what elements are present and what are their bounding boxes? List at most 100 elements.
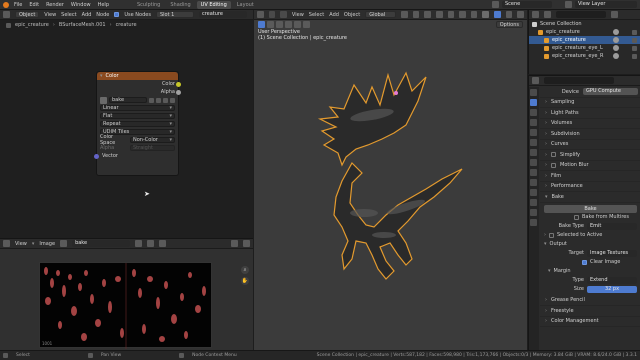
- display-channels-icon[interactable]: [243, 240, 250, 247]
- node-editor[interactable]: Object View Select Add Node Use Nodes Sl…: [0, 10, 253, 238]
- shield-icon[interactable]: [135, 240, 143, 247]
- view-layer-selector[interactable]: View Layer: [575, 1, 637, 8]
- interpolation-row[interactable]: Linear ▾: [97, 104, 178, 112]
- clear-image-checkbox[interactable]: [582, 259, 587, 265]
- object-icon[interactable]: [530, 149, 537, 156]
- collapse-icon[interactable]: ▾: [100, 73, 103, 79]
- camera-icon[interactable]: [632, 53, 637, 59]
- extension-dropdown[interactable]: Repeat ▾: [100, 121, 175, 127]
- render-icon[interactable]: [530, 99, 537, 106]
- particles-icon[interactable]: [530, 169, 537, 176]
- view-layer-icon[interactable]: [530, 119, 537, 126]
- selected-to-active-checkbox[interactable]: [549, 232, 554, 238]
- menu-image[interactable]: Image: [39, 241, 55, 247]
- image-browse-icon[interactable]: [60, 240, 68, 247]
- projection-row[interactable]: Flat ▾: [97, 112, 178, 120]
- object-mode-icon[interactable]: [280, 11, 287, 18]
- interpolation-dropdown[interactable]: Linear ▾: [100, 105, 175, 111]
- shield-icon[interactable]: [149, 97, 154, 103]
- mode-new-icon[interactable]: [267, 21, 274, 28]
- camera-icon[interactable]: [632, 29, 637, 35]
- options-dropdown[interactable]: Options: [495, 21, 523, 28]
- panel-simplify[interactable]: › Simplify: [540, 150, 640, 161]
- xray-icon[interactable]: [470, 11, 478, 18]
- extension-row[interactable]: Repeat ▾: [97, 120, 178, 128]
- bake-image-canvas[interactable]: 1001: [39, 262, 212, 349]
- scene-icon[interactable]: [530, 129, 537, 136]
- editor-type-icon[interactable]: [3, 11, 10, 18]
- output-subpanel-header[interactable]: ▾ Output: [544, 240, 637, 249]
- bake-button[interactable]: Bake: [544, 204, 637, 213]
- properties-editor[interactable]: Device GPU Compute › Sampling › Light Paths…: [528, 75, 640, 351]
- panel-motion-blur[interactable]: › Motion Blur: [540, 161, 640, 171]
- outliner-item[interactable]: Scene Collection: [529, 20, 640, 28]
- mode-invert-icon[interactable]: [294, 21, 301, 28]
- bake-multires-checkbox[interactable]: [574, 214, 579, 220]
- filter-icon[interactable]: [611, 11, 618, 18]
- selected-to-active-row[interactable]: › Selected to Active: [544, 231, 637, 240]
- editor-type-icon[interactable]: [257, 11, 264, 18]
- menu-view[interactable]: View: [292, 12, 304, 18]
- material-field[interactable]: creature: [198, 11, 247, 18]
- panel-enable-checkbox[interactable]: [551, 162, 556, 168]
- object-mode-dropdown[interactable]: Object: [15, 11, 40, 18]
- select-box-icon[interactable]: [268, 11, 276, 18]
- select-tool-icon[interactable]: [258, 21, 265, 28]
- panel-sampling[interactable]: › Sampling: [540, 98, 640, 108]
- menu-object[interactable]: Object: [344, 12, 360, 18]
- constraint-icon[interactable]: [530, 189, 537, 196]
- panel-performance[interactable]: › Performance: [540, 182, 640, 192]
- tab-shading[interactable]: Shading: [166, 1, 194, 9]
- bake-type-dropdown[interactable]: Emit: [587, 222, 637, 230]
- 3d-viewport[interactable]: View Select Add Object Global Options Us…: [254, 10, 527, 350]
- margin-size-field[interactable]: 32 px: [587, 285, 637, 293]
- panel-bake[interactable]: ▾ Bake: [540, 192, 640, 203]
- close-icon[interactable]: [170, 97, 175, 103]
- menu-render[interactable]: Render: [46, 2, 64, 8]
- panel-color-management[interactable]: › Color Management: [540, 317, 640, 327]
- world-icon[interactable]: [530, 139, 537, 146]
- properties-search-input[interactable]: [544, 77, 614, 84]
- menu-window[interactable]: Window: [71, 2, 91, 8]
- mode-extend-icon[interactable]: [276, 21, 283, 28]
- image-icon[interactable]: [100, 96, 107, 104]
- menu-edit[interactable]: Edit: [29, 2, 39, 8]
- proportional-edit-icon[interactable]: [424, 11, 431, 18]
- outliner-item[interactable]: epic_creature: [529, 28, 640, 36]
- editor-type-icon[interactable]: [3, 240, 10, 247]
- image-name-field[interactable]: bake: [72, 240, 131, 247]
- menu-add[interactable]: Add: [329, 12, 339, 18]
- close-icon[interactable]: [159, 240, 167, 247]
- menu-file[interactable]: File: [14, 2, 22, 8]
- image-editor[interactable]: View ▾ Image bake 1001 ⌕ ✋: [0, 238, 253, 350]
- eye-icon[interactable]: [613, 37, 619, 43]
- outliner-item[interactable]: epic_creature: [529, 36, 640, 44]
- menu-select[interactable]: Select: [61, 12, 76, 18]
- physics-icon[interactable]: [530, 179, 537, 186]
- outliner-item[interactable]: epic_creature_eye_R: [529, 52, 640, 60]
- visibility-icon[interactable]: [435, 11, 443, 18]
- margin-subpanel-header[interactable]: ▾ Margin: [544, 267, 637, 276]
- panel-subdivision[interactable]: › Subdivision: [540, 129, 640, 140]
- menu-select[interactable]: Select: [309, 12, 324, 18]
- panel-enable-checkbox[interactable]: [551, 152, 556, 158]
- target-dropdown[interactable]: Image Textures: [587, 249, 637, 257]
- hand-pan-icon[interactable]: ✋: [241, 277, 249, 285]
- editor-type-icon[interactable]: [532, 11, 539, 18]
- camera-icon[interactable]: [632, 45, 637, 51]
- menu-help[interactable]: Help: [98, 2, 109, 8]
- material-icon[interactable]: [530, 209, 537, 216]
- margin-type-dropdown[interactable]: Extend: [587, 276, 637, 284]
- overlay-icon[interactable]: [459, 11, 466, 18]
- device-dropdown[interactable]: GPU Compute: [583, 88, 638, 96]
- alpha-dropdown[interactable]: Straight: [130, 145, 175, 151]
- image-texture-node[interactable]: ▾ Color Color Alpha bake Linear ▾ Flat ▾ R…: [94, 71, 181, 176]
- outliner[interactable]: Scene Collection epic_creature epic_creatu…: [528, 10, 640, 74]
- zoom-icon[interactable]: ⌕: [241, 266, 249, 274]
- panel-film[interactable]: › Film: [540, 171, 640, 182]
- use-nodes-checkbox[interactable]: [114, 12, 120, 17]
- duplicate-icon[interactable]: [156, 97, 161, 103]
- menu-node[interactable]: Node: [96, 12, 109, 18]
- gizmo-icon[interactable]: [447, 11, 455, 18]
- outliner-search-input[interactable]: [556, 11, 606, 18]
